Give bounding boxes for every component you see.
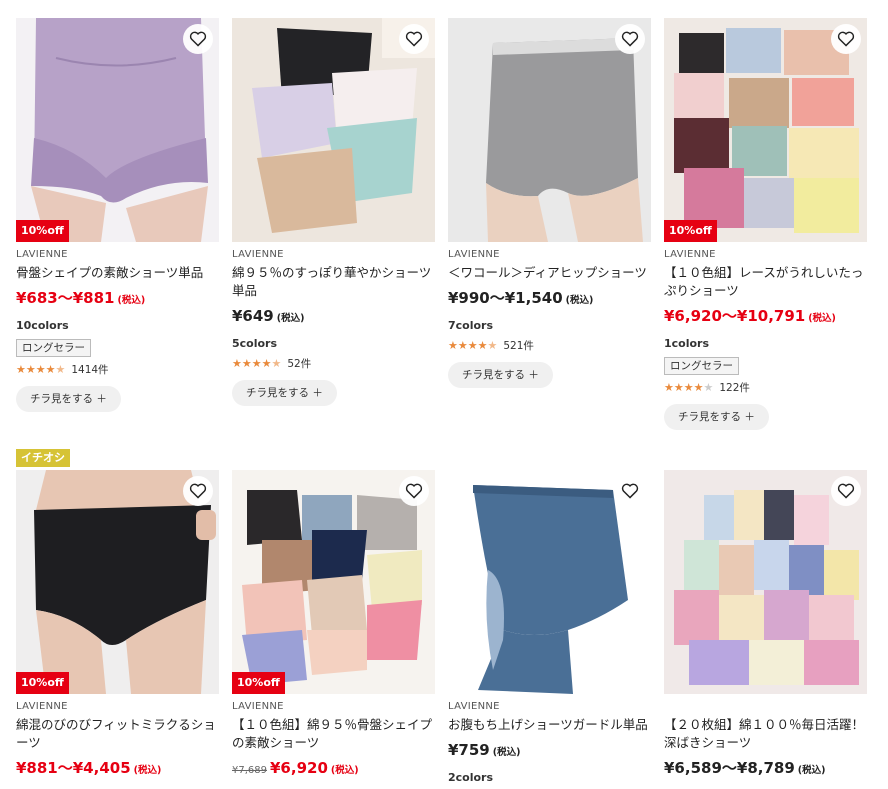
rating: ★★★★★ 122件 bbox=[664, 380, 750, 394]
rating-stars: ★★★★★ bbox=[664, 380, 714, 394]
product-price: ¥683～¥881 (税込) bbox=[16, 289, 146, 307]
heart-outline-icon bbox=[189, 483, 207, 499]
quick-view-button[interactable]: チラ見をする ＋ bbox=[448, 362, 553, 388]
product-image[interactable] bbox=[232, 18, 435, 242]
product-card[interactable]: 10%off LAVIENNE 骨盤シェイプの素敵ショーツ単品 ¥683～¥88… bbox=[16, 18, 219, 412]
favorite-button[interactable] bbox=[399, 24, 429, 54]
original-price: ¥7,689 bbox=[232, 765, 267, 776]
color-count: 10colors bbox=[16, 319, 69, 332]
rating: ★★★★★ 1414件 bbox=[16, 362, 109, 376]
favorite-button[interactable] bbox=[831, 24, 861, 54]
product-title[interactable]: 綿混のびのびフィットミラクるショーツ bbox=[16, 716, 219, 752]
product-image[interactable]: 10%off bbox=[16, 18, 219, 242]
color-count: 1colors bbox=[664, 337, 710, 350]
rating-stars: ★★★★★ bbox=[232, 356, 282, 370]
rating: ★★★★★ 52件 bbox=[232, 356, 312, 370]
heart-outline-icon bbox=[405, 31, 423, 47]
discount-badge: 10%off bbox=[232, 672, 285, 694]
product-title[interactable]: 【１０色組】レースがうれしいたっぷりショーツ bbox=[664, 264, 867, 300]
discount-badge: 10%off bbox=[16, 220, 69, 242]
recommended-badge: イチオシ bbox=[16, 449, 70, 467]
heart-outline-icon bbox=[189, 31, 207, 47]
product-price: ¥881～¥4,405 (税込) bbox=[16, 759, 162, 777]
heart-outline-icon bbox=[621, 31, 639, 47]
favorite-button[interactable] bbox=[183, 476, 213, 506]
product-image[interactable] bbox=[448, 18, 651, 242]
product-card[interactable]: 【２０枚組】綿１００％毎日活躍！深ばきショーツ ¥6,589～¥8,789 (税込… bbox=[664, 470, 867, 789]
product-card[interactable]: LAVIENNE お腹もち上げショーツガードル単品 ¥759 (税込) 2colo… bbox=[448, 470, 651, 785]
product-image[interactable] bbox=[664, 470, 867, 694]
product-image[interactable]: 10%off bbox=[232, 470, 435, 694]
product-card[interactable]: 10%off LAVIENNE 【１０色組】レースがうれしいたっぷりショーツ ¥… bbox=[664, 18, 867, 430]
color-count: 5colors bbox=[232, 337, 278, 350]
product-title[interactable]: 綿９５％のすっぽり華やかショーツ 単品 bbox=[232, 264, 444, 300]
favorite-button[interactable] bbox=[183, 24, 213, 54]
product-price: ¥6,589～¥8,789 (税込) bbox=[664, 759, 826, 777]
favorite-button[interactable] bbox=[399, 476, 429, 506]
color-count: 7colors bbox=[448, 319, 494, 332]
longseller-badge: ロングセラー bbox=[664, 357, 739, 375]
brand-name: LAVIENNE bbox=[232, 701, 284, 712]
product-title[interactable]: ＜ワコール＞ディアヒップショーツ bbox=[448, 264, 651, 282]
discount-badge: 10%off bbox=[16, 672, 69, 694]
product-card[interactable]: LAVIENNE 綿９５％のすっぽり華やかショーツ 単品 ¥649 (税込) 5c… bbox=[232, 18, 444, 406]
rating-stars: ★★★★★ bbox=[448, 338, 498, 352]
brand-name: LAVIENNE bbox=[232, 249, 284, 260]
quick-view-button[interactable]: チラ見をする ＋ bbox=[664, 404, 769, 430]
product-price: ¥990～¥1,540 (税込) bbox=[448, 289, 594, 307]
quick-view-button[interactable]: チラ見をする ＋ bbox=[232, 380, 337, 406]
product-price: ¥6,920～¥10,791 (税込) bbox=[664, 307, 836, 325]
longseller-badge: ロングセラー bbox=[16, 339, 91, 357]
product-card[interactable]: 10%off LAVIENNE 【１０色組】綿９５％骨盤シェイプの素敵ショーツ … bbox=[232, 470, 435, 789]
brand-name bbox=[664, 701, 867, 713]
favorite-button[interactable] bbox=[615, 476, 645, 506]
discount-badge: 10%off bbox=[664, 220, 717, 242]
product-price: ¥649 (税込) bbox=[232, 307, 305, 325]
color-count: 2colors bbox=[448, 771, 494, 784]
product-image[interactable]: 10%off bbox=[664, 18, 867, 242]
product-image[interactable] bbox=[448, 470, 651, 694]
heart-outline-icon bbox=[837, 483, 855, 499]
brand-name: LAVIENNE bbox=[16, 249, 68, 260]
heart-outline-icon bbox=[621, 483, 639, 499]
product-title[interactable]: 【１０色組】綿９５％骨盤シェイプの素敵ショーツ bbox=[232, 716, 435, 752]
brand-name: LAVIENNE bbox=[448, 249, 500, 260]
product-price: ¥759 (税込) bbox=[448, 741, 521, 759]
product-title[interactable]: 骨盤シェイプの素敵ショーツ単品 bbox=[16, 264, 219, 282]
product-price: ¥7,689 ¥6,920 (税込) bbox=[232, 759, 359, 777]
favorite-button[interactable] bbox=[615, 24, 645, 54]
brand-name: LAVIENNE bbox=[448, 701, 500, 712]
product-image[interactable]: 10%off bbox=[16, 470, 219, 694]
product-card[interactable]: 10%off LAVIENNE 綿混のびのびフィットミラクるショーツ ¥881～… bbox=[16, 470, 219, 789]
product-card[interactable]: LAVIENNE ＜ワコール＞ディアヒップショーツ ¥990～¥1,540 (税込… bbox=[448, 18, 651, 388]
quick-view-button[interactable]: チラ見をする ＋ bbox=[16, 386, 121, 412]
heart-outline-icon bbox=[405, 483, 423, 499]
product-title[interactable]: 【２０枚組】綿１００％毎日活躍！深ばきショーツ bbox=[664, 716, 867, 752]
rating: ★★★★★ 521件 bbox=[448, 338, 534, 352]
brand-name: LAVIENNE bbox=[16, 701, 68, 712]
product-title[interactable]: お腹もち上げショーツガードル単品 bbox=[448, 716, 651, 734]
heart-outline-icon bbox=[837, 31, 855, 47]
rating-stars: ★★★★★ bbox=[16, 362, 66, 376]
favorite-button[interactable] bbox=[831, 476, 861, 506]
brand-name: LAVIENNE bbox=[664, 249, 716, 260]
